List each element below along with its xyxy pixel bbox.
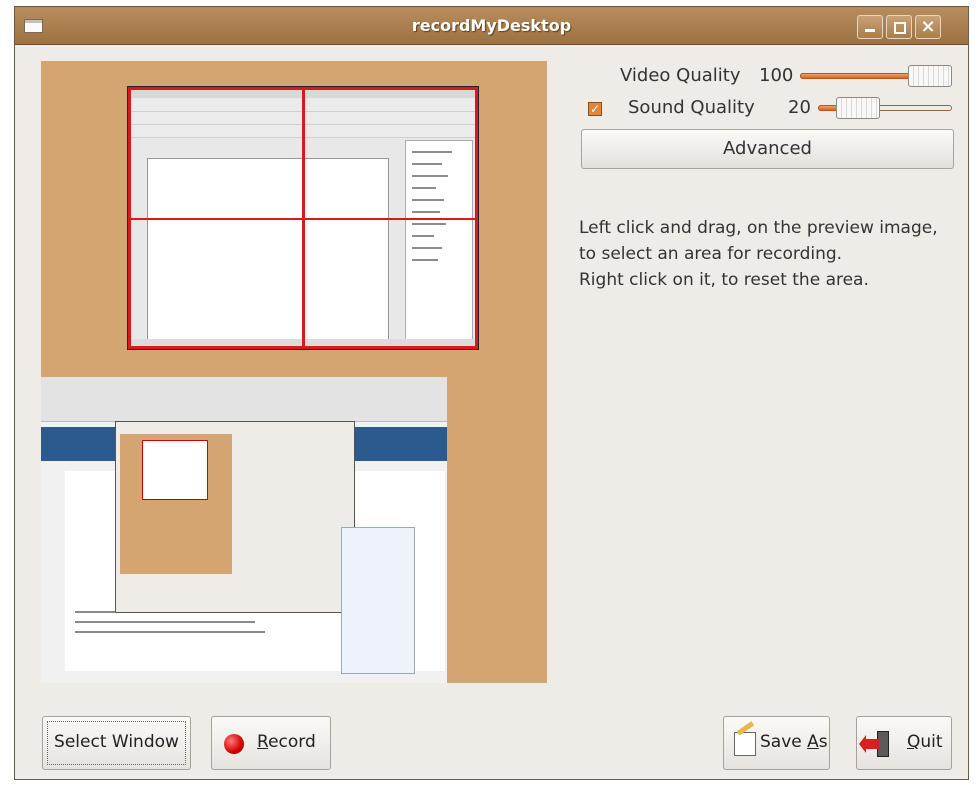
instruction-line: Right click on it, to reset the area. — [579, 270, 869, 290]
advanced-button[interactable]: Advanced — [581, 129, 954, 169]
save-as-button[interactable]: Save As — [723, 716, 830, 770]
quit-label: Quit — [907, 732, 943, 752]
select-window-button[interactable]: Select Window — [42, 716, 191, 770]
title-bar[interactable]: recordMyDesktop — [15, 7, 968, 45]
nested-recordmydesktop-preview — [115, 421, 355, 613]
instructions-text: Left click and drag, on the preview imag… — [579, 215, 964, 293]
sound-quality-slider-handle[interactable] — [836, 97, 880, 119]
quit-button[interactable]: Quit — [856, 716, 952, 770]
video-quality-label: Video Quality — [620, 65, 741, 86]
record-icon — [224, 734, 244, 754]
selection-horizontal-line — [128, 218, 478, 220]
instruction-line: Left click and drag, on the preview imag… — [579, 218, 938, 238]
video-quality-value: 100 — [759, 65, 794, 86]
sound-quality-value: 20 — [788, 97, 811, 118]
preview-area[interactable] — [41, 61, 547, 683]
preview-screen-bottom — [41, 377, 447, 683]
sound-quality-checkbox[interactable]: ✓ — [588, 102, 602, 116]
select-window-label: Select Window — [54, 732, 179, 752]
record-button[interactable]: Record — [211, 716, 331, 770]
quit-icon — [859, 731, 891, 757]
maximize-icon[interactable] — [886, 15, 912, 39]
save-as-label: Save As — [760, 732, 828, 752]
instruction-line: to select an area for recording. — [579, 244, 843, 264]
recordmydesktop-window: recordMyDesktop × Video Quality 100 ✓ So… — [14, 6, 969, 780]
close-icon[interactable] — [915, 15, 941, 39]
save-as-icon — [734, 732, 756, 756]
window-title: recordMyDesktop — [411, 16, 572, 35]
sound-quality-label: Sound Quality — [628, 97, 755, 118]
minimize-icon[interactable] — [857, 15, 883, 39]
video-quality-slider-handle[interactable] — [908, 65, 952, 87]
record-label: Record — [257, 732, 316, 752]
